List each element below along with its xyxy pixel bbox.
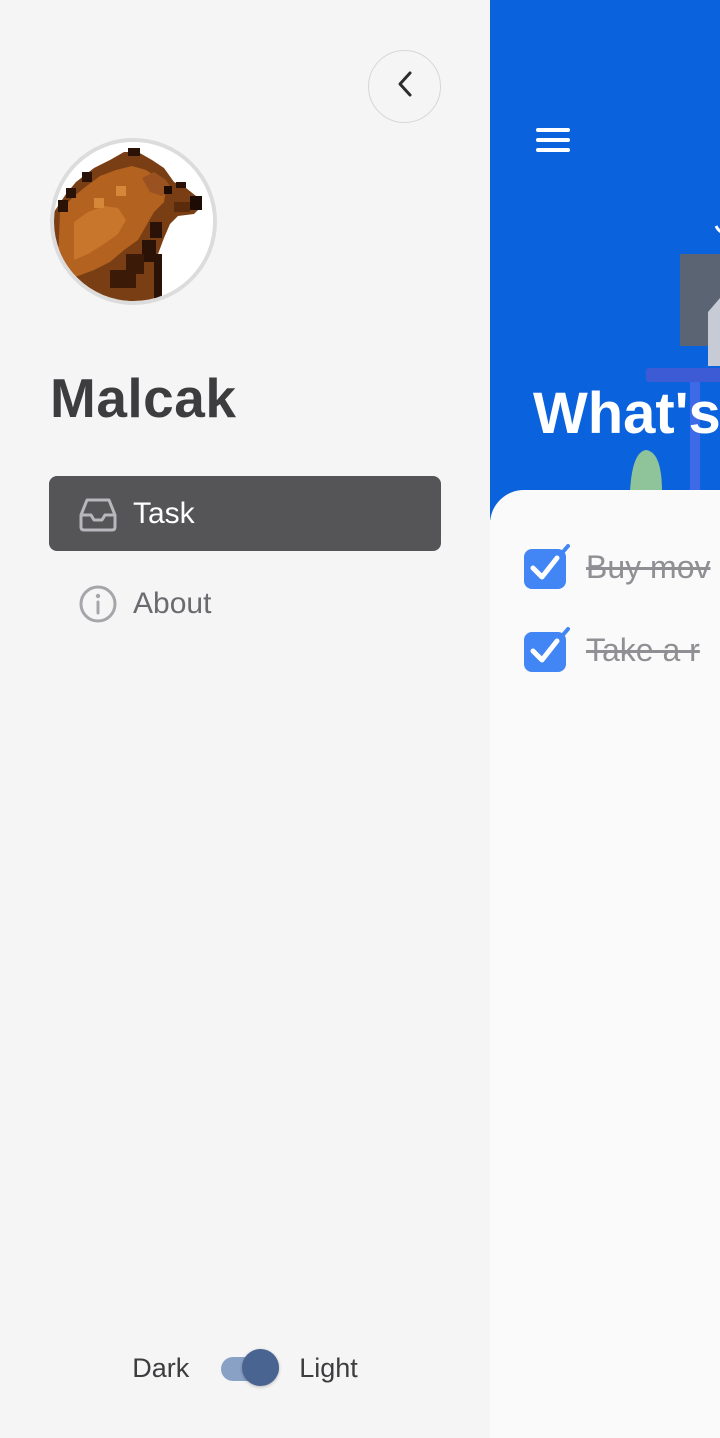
task-item: Take a r — [522, 626, 700, 674]
chevron-left-icon — [393, 69, 417, 104]
task-text[interactable]: Buy mov — [586, 549, 710, 586]
hero-header: What's — [490, 0, 720, 520]
theme-toggle[interactable] — [221, 1349, 281, 1386]
task-list: Buy mov Take a r — [490, 490, 720, 1438]
checked-checkbox-icon[interactable] — [522, 626, 572, 674]
navigation-drawer: Malcak Task About Dark Light — [0, 0, 490, 1438]
nav-item-about[interactable]: About — [49, 566, 441, 641]
toggle-thumb[interactable] — [242, 1349, 280, 1386]
info-circle-icon — [77, 583, 119, 625]
nav-item-task[interactable]: Task — [49, 476, 441, 551]
nav-item-label: About — [133, 586, 212, 620]
page-title: What's — [533, 381, 720, 446]
username: Malcak — [50, 367, 237, 429]
avatar — [50, 138, 217, 305]
dark-label: Dark — [132, 1352, 190, 1383]
app-screen: Malcak Task About Dark Light What's Buy … — [0, 0, 720, 1438]
inbox-icon — [77, 493, 119, 535]
main-content: What's Buy mov Take a r — [490, 0, 720, 1438]
nav-item-label: Task — [133, 496, 195, 530]
close-drawer-button[interactable] — [368, 50, 441, 123]
task-text[interactable]: Take a r — [586, 632, 700, 669]
theme-switcher: Dark Light — [0, 1340, 490, 1396]
task-item: Buy mov — [522, 543, 710, 591]
menu-button[interactable] — [534, 122, 574, 158]
checked-checkbox-icon[interactable] — [522, 543, 572, 591]
light-label: Light — [299, 1352, 358, 1383]
